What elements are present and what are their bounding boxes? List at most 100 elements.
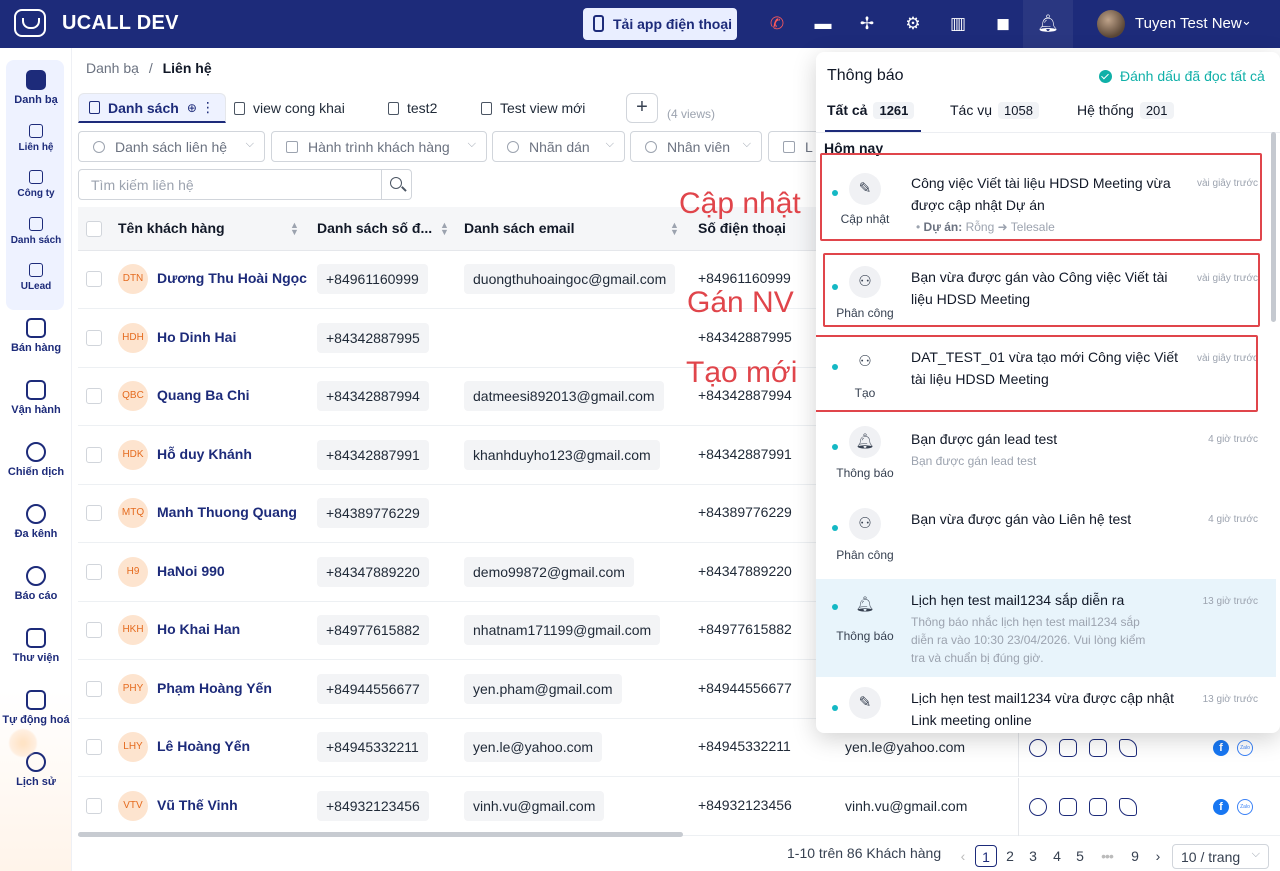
col-header-phone-list[interactable]: Danh sách số đ... bbox=[317, 220, 432, 236]
call-icon[interactable] bbox=[1119, 739, 1137, 757]
customer-name[interactable]: Vũ Thế Vinh bbox=[157, 797, 238, 813]
notification-time: 4 giờ trước bbox=[1208, 434, 1258, 445]
search-input[interactable]: Tìm kiếm liên hệ bbox=[78, 169, 382, 200]
user-name[interactable]: Tuyen Test New bbox=[1135, 15, 1242, 32]
sidebar-item-cong-ty[interactable]: Công ty bbox=[0, 170, 72, 199]
customer-name[interactable]: Hỗ duy Khánh bbox=[157, 446, 252, 462]
facebook-icon[interactable]: f bbox=[1213, 799, 1229, 815]
bell-icon[interactable]: 🔔︎ bbox=[1036, 12, 1060, 36]
row-checkbox[interactable] bbox=[86, 681, 102, 697]
sidebar-item-ulead[interactable]: ULead bbox=[0, 263, 72, 292]
zalo-icon[interactable]: Zalo bbox=[1237, 799, 1253, 815]
play-icon[interactable] bbox=[1059, 739, 1077, 757]
ucall-logo-icon[interactable] bbox=[14, 9, 46, 37]
customer-name[interactable]: Manh Thuong Quang bbox=[157, 504, 297, 520]
download-app-button[interactable]: Tải app điện thoại bbox=[583, 8, 737, 40]
sidebar-item-bao-cao[interactable]: Báo cáo bbox=[0, 566, 72, 602]
sidebar-item-da-kenh[interactable]: Đa kênh bbox=[0, 504, 72, 540]
row-checkbox[interactable] bbox=[86, 271, 102, 287]
sort-icon[interactable]: ▲ ▼ bbox=[670, 221, 679, 237]
filter-contact-list[interactable]: Danh sách liên hệ ⌵ bbox=[78, 131, 265, 162]
sidebar-item-lich-su[interactable]: Lịch sử bbox=[0, 752, 72, 788]
pagination-page[interactable]: 2 bbox=[999, 845, 1021, 867]
tab-test2[interactable]: test2 bbox=[388, 93, 437, 123]
customer-name[interactable]: Lê Hoàng Yến bbox=[157, 738, 250, 754]
phone-icon[interactable]: ✆ bbox=[765, 12, 789, 36]
notification-item-highlighted[interactable]: 🔔︎ Thông báo Lịch hẹn test mail1234 sắp … bbox=[816, 579, 1276, 677]
row-checkbox[interactable] bbox=[86, 798, 102, 814]
pagination-page[interactable]: 3 bbox=[1022, 845, 1044, 867]
col-header-phone[interactable]: Số điện thoại bbox=[698, 220, 786, 236]
row-checkbox[interactable] bbox=[86, 564, 102, 580]
calendar-icon[interactable] bbox=[1089, 739, 1107, 757]
more-vertical-icon[interactable]: ⋮ bbox=[201, 99, 215, 116]
customer-name[interactable]: HaNoi 990 bbox=[157, 563, 225, 579]
row-checkbox[interactable] bbox=[86, 447, 102, 463]
sidebar-item-chien-dich[interactable]: Chiến dịch bbox=[0, 442, 72, 478]
facebook-icon[interactable]: f bbox=[1213, 740, 1229, 756]
notification-item[interactable]: ✎ Lịch hẹn test mail1234 vừa được cập nh… bbox=[816, 677, 1276, 733]
zalo-icon[interactable]: Zalo bbox=[1237, 740, 1253, 756]
notif-tab-all[interactable]: Tất cả 1261 bbox=[827, 102, 915, 119]
tab-test-view-moi[interactable]: Test view mới bbox=[481, 93, 585, 123]
gear-icon[interactable]: ⚙ bbox=[901, 12, 925, 36]
sidebar-item-thu-vien[interactable]: Thư viện bbox=[0, 628, 72, 664]
customer-name[interactable]: Ho Khai Han bbox=[157, 621, 240, 637]
pagination-next-button[interactable]: › bbox=[1147, 845, 1169, 867]
search-button[interactable] bbox=[381, 169, 412, 200]
filter-more[interactable]: L bbox=[768, 131, 818, 162]
pagination-page-last[interactable]: 9 bbox=[1124, 845, 1146, 867]
customer-name[interactable]: Dương Thu Hoài Ngọc bbox=[157, 270, 307, 286]
pagination-prev-button[interactable]: ‹ bbox=[952, 845, 974, 867]
notification-item[interactable]: 🔔︎ Thông báo Bạn được gán lead test Bạn … bbox=[816, 408, 1276, 488]
row-checkbox[interactable] bbox=[86, 388, 102, 404]
calendar-icon[interactable] bbox=[1089, 798, 1107, 816]
row-checkbox[interactable] bbox=[86, 505, 102, 521]
sort-icon[interactable]: ▲ ▼ bbox=[290, 221, 299, 237]
filter-staff[interactable]: Nhân viên ⌵ bbox=[630, 131, 762, 162]
notif-tab-tasks[interactable]: Tác vụ 1058 bbox=[950, 102, 1039, 119]
tab-danh-sach[interactable]: Danh sách ⊕ ⋮ bbox=[78, 93, 226, 123]
customer-name[interactable]: Quang Ba Chi bbox=[157, 387, 250, 403]
row-checkbox[interactable] bbox=[86, 622, 102, 638]
table-row[interactable]: VTV Vũ Thế Vinh +84932123456 vinh.vu@gmail.… bbox=[78, 778, 1280, 836]
play-icon[interactable] bbox=[1059, 798, 1077, 816]
chat-icon[interactable]: ▬ bbox=[811, 12, 835, 36]
customer-name[interactable]: Phạm Hoàng Yến bbox=[157, 680, 272, 696]
pagination-page[interactable]: 1 bbox=[975, 845, 997, 867]
notif-tab-system[interactable]: Hệ thống 201 bbox=[1077, 102, 1174, 119]
pagination-page[interactable]: 5 bbox=[1069, 845, 1091, 867]
filter-customer-journey[interactable]: Hành trình khách hàng ⌵ bbox=[271, 131, 487, 162]
filter-tags[interactable]: Nhãn dán ⌵ bbox=[492, 131, 625, 162]
sort-icon[interactable]: ▲ ▼ bbox=[440, 221, 449, 237]
row-checkbox[interactable] bbox=[86, 739, 102, 755]
row-checkbox[interactable] bbox=[86, 330, 102, 346]
book-icon[interactable]: ▥ bbox=[946, 12, 970, 36]
sidebar-item-danh-ba[interactable]: Danh bạ bbox=[0, 70, 72, 106]
horizontal-scrollbar[interactable] bbox=[78, 832, 683, 837]
pagination-ellipsis[interactable]: ••• bbox=[1096, 845, 1118, 867]
add-view-button[interactable]: + bbox=[626, 93, 658, 123]
sidebar-item-van-hanh[interactable]: Vận hành bbox=[0, 380, 72, 416]
customer-name[interactable]: Ho Dinh Hai bbox=[157, 329, 236, 345]
user-avatar[interactable] bbox=[1097, 10, 1125, 38]
view-icon[interactable] bbox=[1029, 739, 1047, 757]
mark-all-read-button[interactable]: Đánh dấu đã đọc tất cả bbox=[1099, 68, 1265, 84]
call-icon[interactable] bbox=[1119, 798, 1137, 816]
notification-item[interactable]: ⚇ Phân công Bạn vừa được gán vào Liên hệ… bbox=[816, 488, 1276, 578]
select-all-checkbox[interactable] bbox=[86, 221, 102, 237]
sidebar-item-tu-dong-hoa[interactable]: Tự động hoá bbox=[0, 690, 72, 726]
tab-view-cong-khai[interactable]: view cong khai bbox=[234, 93, 345, 123]
sidebar-item-lien-he[interactable]: Liên hệ bbox=[0, 124, 72, 153]
col-header-name[interactable]: Tên khách hàng bbox=[118, 220, 225, 236]
pagination-page[interactable]: 4 bbox=[1046, 845, 1068, 867]
page-size-select[interactable]: 10 / trang ⌵ bbox=[1172, 844, 1269, 869]
view-icon[interactable] bbox=[1029, 798, 1047, 816]
chevron-down-icon[interactable]: ⌄ bbox=[1241, 13, 1252, 29]
briefcase-icon[interactable]: ◼ bbox=[991, 12, 1015, 36]
sidebar-item-danh-sach[interactable]: Danh sách bbox=[0, 217, 72, 246]
col-header-email-list[interactable]: Danh sách email bbox=[464, 220, 575, 236]
apps-icon[interactable]: ✢ bbox=[855, 12, 879, 36]
breadcrumb-parent[interactable]: Danh bạ bbox=[86, 60, 139, 76]
sidebar-item-ban-hang[interactable]: Bán hàng bbox=[0, 318, 72, 354]
